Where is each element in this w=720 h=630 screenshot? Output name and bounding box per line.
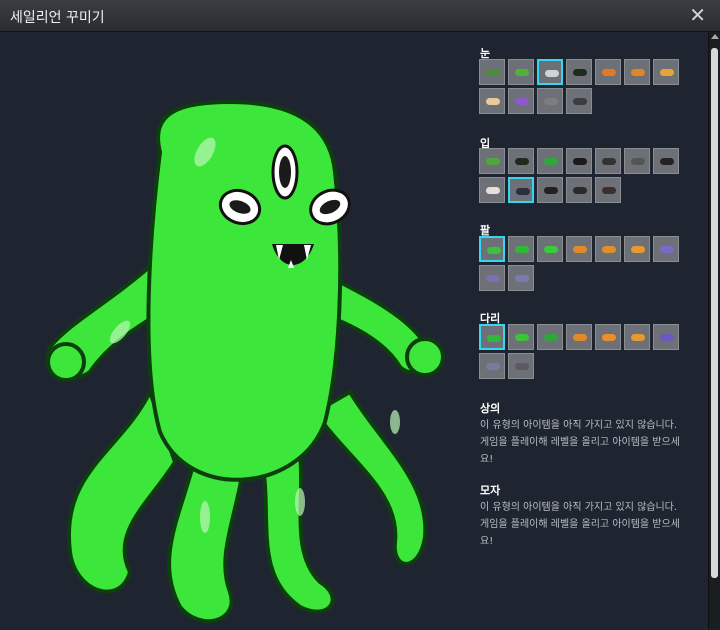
arms-option-thumbnail bbox=[573, 246, 587, 253]
top-message: 이 유형의 아이템을 아직 가지고 있지 않습니다. 게임을 플레이해 레벨을 … bbox=[480, 420, 680, 465]
eyes-option[interactable] bbox=[479, 59, 505, 85]
legs-option-thumbnail bbox=[573, 334, 587, 341]
mouth-option-thumbnail bbox=[486, 158, 500, 165]
legs-option-thumbnail bbox=[515, 334, 529, 341]
arms-option[interactable] bbox=[566, 236, 592, 262]
eyes-option[interactable] bbox=[595, 59, 621, 85]
legs-option[interactable] bbox=[595, 324, 621, 350]
legs-option-thumbnail bbox=[486, 363, 500, 370]
mouth-option-thumbnail bbox=[544, 158, 558, 165]
mouth-option-thumbnail bbox=[516, 188, 530, 195]
eyes-option-thumbnail bbox=[602, 69, 616, 76]
arms-option[interactable] bbox=[479, 236, 505, 262]
eyes-option[interactable] bbox=[537, 88, 563, 114]
legs-option[interactable] bbox=[508, 353, 534, 379]
hat-message: 이 유형의 아이템을 아직 가지고 있지 않습니다. 게임을 플레이해 레벨을 … bbox=[480, 502, 680, 547]
eyes-option-thumbnail bbox=[631, 69, 645, 76]
legs-option[interactable] bbox=[508, 324, 534, 350]
legs-option[interactable] bbox=[624, 324, 650, 350]
eyes-option[interactable] bbox=[537, 59, 563, 85]
eyes-option[interactable] bbox=[479, 88, 505, 114]
eyes-option[interactable] bbox=[566, 88, 592, 114]
mouth-option[interactable] bbox=[566, 148, 592, 174]
scroll-up-icon[interactable] bbox=[711, 34, 719, 39]
mouth-option-thumbnail bbox=[573, 158, 587, 165]
legs-option[interactable] bbox=[653, 324, 679, 350]
arms-option[interactable] bbox=[624, 236, 650, 262]
customization-panel: 눈 입 팔 다리 상의 이 유형의 아이템을 아직 가지고 있지 않습니다. 게… bbox=[472, 32, 708, 630]
legs-option-thumbnail bbox=[544, 334, 558, 341]
eyes-option-thumbnail bbox=[486, 98, 500, 105]
scrollbar[interactable] bbox=[708, 32, 720, 630]
mouth-option-thumbnail bbox=[602, 187, 616, 194]
mouth-option[interactable] bbox=[537, 177, 563, 203]
eyes-grid bbox=[479, 59, 689, 114]
eyes-option-thumbnail bbox=[573, 69, 587, 76]
top-heading: 상의 bbox=[480, 402, 501, 415]
arms-option-thumbnail bbox=[486, 275, 500, 282]
hat-heading: 모자 bbox=[480, 484, 501, 497]
arms-option-thumbnail bbox=[515, 275, 529, 282]
eyes-option-thumbnail bbox=[660, 69, 674, 76]
arms-option-thumbnail bbox=[487, 247, 501, 254]
mouth-option[interactable] bbox=[508, 177, 534, 203]
arms-option[interactable] bbox=[508, 236, 534, 262]
arms-option-thumbnail bbox=[602, 246, 616, 253]
mouth-option[interactable] bbox=[479, 177, 505, 203]
mouth-option-thumbnail bbox=[515, 158, 529, 165]
legs-option[interactable] bbox=[479, 353, 505, 379]
eyes-option[interactable] bbox=[566, 59, 592, 85]
legs-option[interactable] bbox=[537, 324, 563, 350]
arms-option[interactable] bbox=[537, 236, 563, 262]
eyes-option-thumbnail bbox=[515, 98, 529, 105]
arms-option-thumbnail bbox=[515, 246, 529, 253]
mouth-option-thumbnail bbox=[573, 187, 587, 194]
eyes-option[interactable] bbox=[653, 59, 679, 85]
mouth-option[interactable] bbox=[508, 148, 534, 174]
eyes-option-thumbnail bbox=[486, 69, 500, 76]
eyes-option[interactable] bbox=[624, 59, 650, 85]
legs-option-thumbnail bbox=[631, 334, 645, 341]
arms-option-thumbnail bbox=[631, 246, 645, 253]
alien-character bbox=[46, 99, 445, 624]
eyes-option-thumbnail bbox=[573, 98, 587, 105]
window-title: 세일리언 꾸미기 bbox=[10, 10, 105, 26]
mouth-option[interactable] bbox=[595, 148, 621, 174]
legs-option-thumbnail bbox=[487, 335, 501, 342]
mouth-option-thumbnail bbox=[660, 158, 674, 165]
mouth-option-thumbnail bbox=[602, 158, 616, 165]
mouth-grid bbox=[479, 148, 689, 203]
mouth-option[interactable] bbox=[653, 148, 679, 174]
arms-option[interactable] bbox=[595, 236, 621, 262]
mouth-option[interactable] bbox=[566, 177, 592, 203]
close-icon[interactable]: ✕ bbox=[689, 4, 706, 26]
legs-option-thumbnail bbox=[660, 334, 674, 341]
legs-option-thumbnail bbox=[602, 334, 616, 341]
window-titlebar: 세일리언 꾸미기 ✕ bbox=[0, 0, 720, 32]
arms-option[interactable] bbox=[653, 236, 679, 262]
mouth-option[interactable] bbox=[595, 177, 621, 203]
scroll-thumb[interactable] bbox=[711, 48, 718, 578]
character-preview bbox=[0, 32, 470, 630]
mouth-option-thumbnail bbox=[631, 158, 645, 165]
eyes-option[interactable] bbox=[508, 88, 534, 114]
legs-option[interactable] bbox=[479, 324, 505, 350]
mouth-option[interactable] bbox=[624, 148, 650, 174]
mouth-option-thumbnail bbox=[486, 187, 500, 194]
arms-option-thumbnail bbox=[660, 246, 674, 253]
legs-option-thumbnail bbox=[515, 363, 529, 370]
arms-option[interactable] bbox=[508, 265, 534, 291]
eyes-option[interactable] bbox=[508, 59, 534, 85]
eyes-option-thumbnail bbox=[515, 69, 529, 76]
arms-option-thumbnail bbox=[544, 246, 558, 253]
eyes-option-thumbnail bbox=[545, 70, 559, 77]
arms-grid bbox=[479, 236, 689, 291]
mouth-option-thumbnail bbox=[544, 187, 558, 194]
eyes-option-thumbnail bbox=[544, 98, 558, 105]
legs-grid bbox=[479, 324, 689, 379]
legs-option[interactable] bbox=[566, 324, 592, 350]
arms-option[interactable] bbox=[479, 265, 505, 291]
mouth-option[interactable] bbox=[479, 148, 505, 174]
mouth-option[interactable] bbox=[537, 148, 563, 174]
